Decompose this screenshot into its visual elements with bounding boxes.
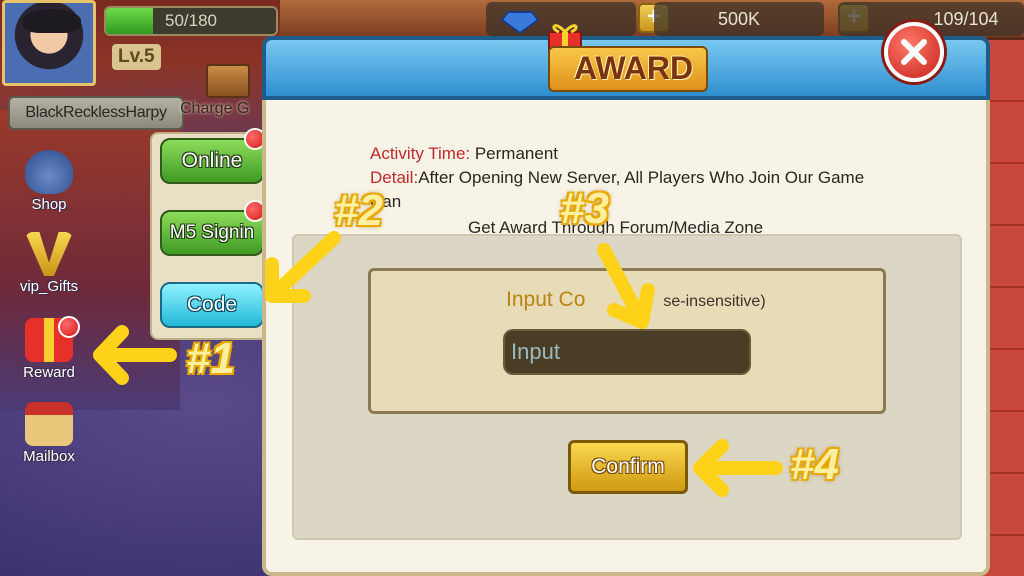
vip-gifts-label: vip_Gifts [19,278,79,295]
player-level: Lv.5 [112,44,161,70]
detail-value: After Opening New Server, All Players Wh… [418,168,865,187]
step-1-label: #1 [186,334,235,383]
arrow-to-code-icon [265,231,341,303]
experience-text: 50/180 [165,11,217,30]
close-button[interactable] [884,22,944,82]
gold-value: 500K [717,9,761,29]
detail-line: Detail:After Opening New Server, All Pla… [370,168,864,188]
charge-gift-label[interactable]: Charge G [180,100,249,118]
gem-icon [500,11,540,34]
arrow-to-reward-icon [93,325,177,385]
arrow-to-confirm-icon [693,439,783,497]
dialog-title: AWARD [574,50,694,86]
money-bag-icon [25,150,73,194]
mailbox-icon [25,402,73,446]
detail-label: Detail: [370,168,419,187]
mailbox-label: Mailbox [23,448,75,465]
vip-gifts-button[interactable]: vip_Gifts [14,232,84,295]
chest-icon[interactable] [206,64,250,98]
step-4-label: #4 [790,440,839,489]
stamina-value: 109/104 [933,9,999,29]
shop-button[interactable]: Shop [14,150,84,213]
activity-time-line: Activity Time: Permanent [370,144,558,164]
confirm-button[interactable]: Confirm [568,440,688,494]
arrow-to-input-icon [597,243,655,329]
activity-time-label: Activity Time: [370,144,471,163]
experience-bar: 50/180 [104,6,278,36]
step-2-label: #2 [334,186,383,235]
close-icon [901,39,927,65]
player-name: BlackRecklessHarpy [8,96,184,130]
vip-icon [25,232,73,276]
activity-time-value: Permanent [470,144,559,163]
step-3-label: #3 [560,184,609,233]
reward-label: Reward [23,364,75,381]
gold-counter: 500K [654,2,824,36]
mailbox-button[interactable]: Mailbox [14,402,84,465]
shop-label: Shop [31,196,67,213]
input-code-label-main: Input Co [506,288,586,311]
player-avatar[interactable] [2,0,96,86]
